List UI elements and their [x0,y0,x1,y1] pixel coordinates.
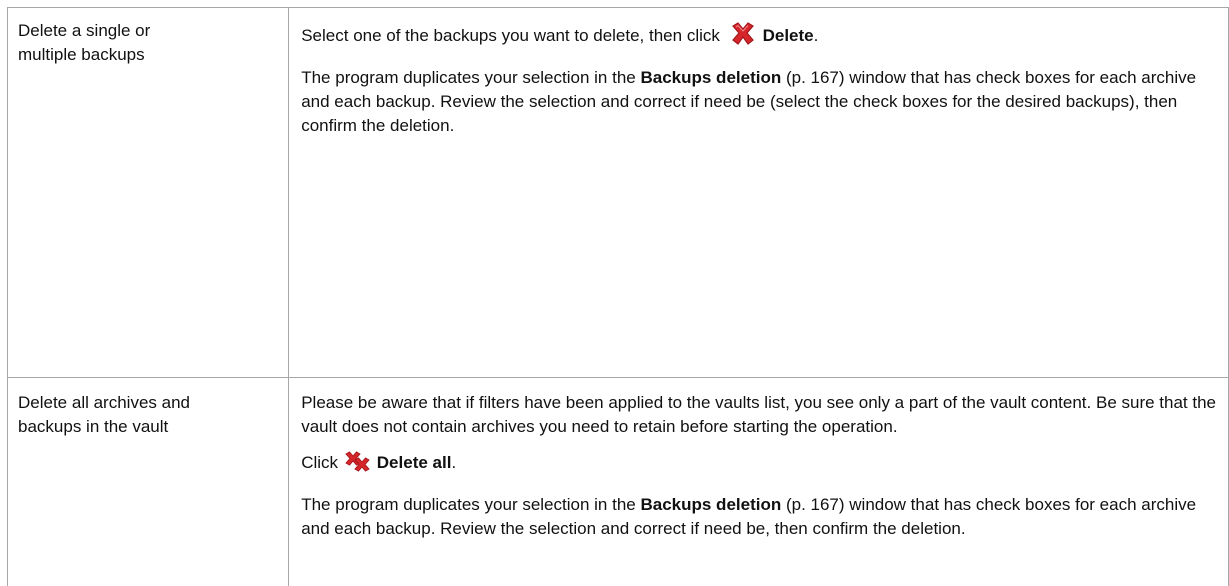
note-paragraph: The program duplicates your selection in… [289,481,1228,541]
delete-all-icon [345,450,371,481]
description-cell: Select one of the backups you want to de… [289,8,1229,378]
delete-x-icon [729,21,757,54]
delete-all-label: Delete all [377,453,452,472]
action-cell: Delete a single or multiple backups [8,8,289,378]
table-row: Delete all archives and backups in the v… [8,378,1229,586]
backups-deletion-link: Backups deletion [640,68,781,87]
instruction-text: Select one of the backups you want to de… [301,26,724,45]
instruction-text: Click [301,453,343,472]
note-paragraph: The program duplicates your selection in… [289,54,1228,138]
action-label: Delete all archives and backups in the v… [8,378,288,439]
operations-table: Delete a single or multiple backups Sele… [7,7,1229,586]
instruction-paragraph: Select one of the backups you want to de… [289,8,1228,54]
delete-label: Delete [763,26,814,45]
action-cell: Delete all archives and backups in the v… [8,378,289,586]
warning-paragraph: Please be aware that if filters have bee… [289,378,1228,439]
table-row: Delete a single or multiple backups Sele… [8,8,1229,378]
instruction-suffix: . [451,453,456,472]
instruction-suffix: . [814,26,819,45]
action-label: Delete a single or multiple backups [8,8,288,67]
note-text: The program duplicates your selection in… [301,68,640,87]
description-cell: Please be aware that if filters have bee… [289,378,1229,586]
note-text: The program duplicates your selection in… [301,495,640,514]
backups-deletion-link: Backups deletion [640,495,781,514]
instruction-paragraph: Click Delete all. [289,439,1228,481]
